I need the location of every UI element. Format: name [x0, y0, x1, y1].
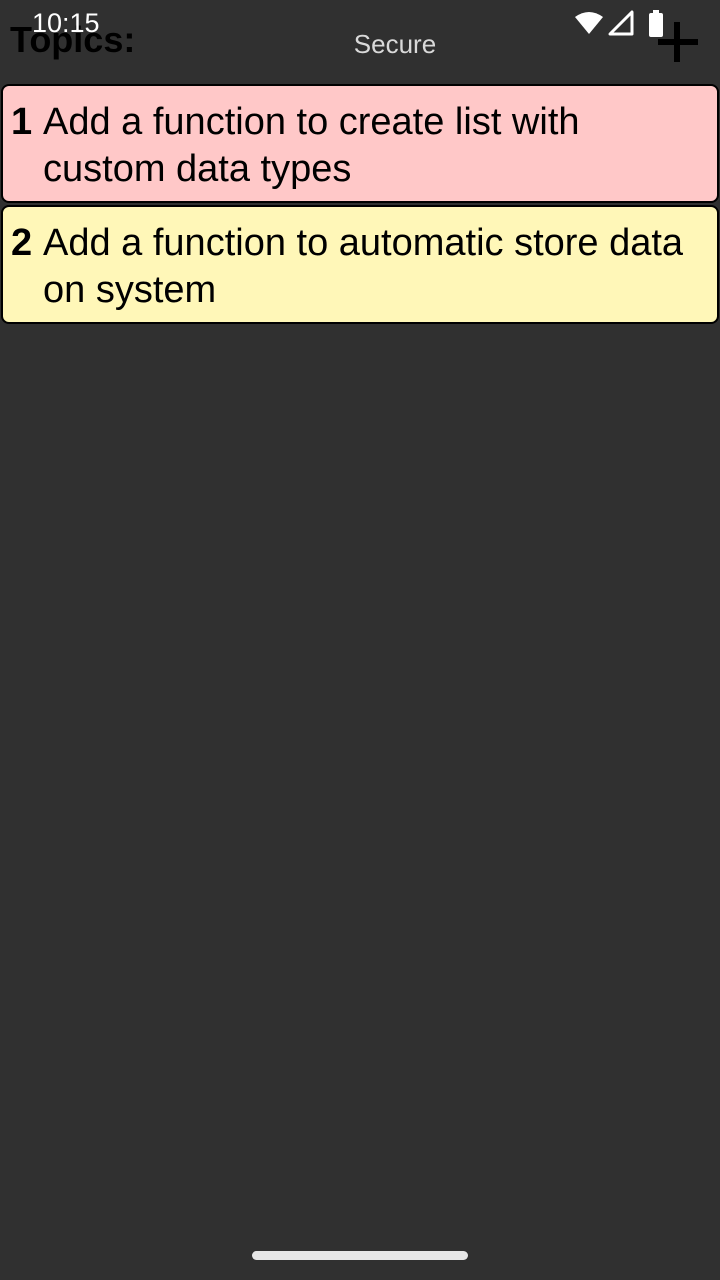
plus-icon [658, 22, 698, 62]
topic-list: 1 Add a function to create list with cus… [0, 84, 720, 326]
topic-item[interactable]: 2 Add a function to automatic store data… [1, 205, 719, 324]
topic-item[interactable]: 1 Add a function to create list with cus… [1, 84, 719, 203]
cell-signal-icon [608, 10, 634, 36]
topic-number: 2 [11, 222, 33, 264]
gesture-nav-handle[interactable] [252, 1251, 468, 1260]
topic-text: Add a function to automatic store data o… [43, 222, 684, 311]
wifi-icon [575, 12, 603, 34]
topic-text: Add a function to create list with custo… [43, 101, 580, 190]
add-topic-button[interactable] [654, 18, 702, 66]
topic-number: 1 [11, 101, 33, 143]
